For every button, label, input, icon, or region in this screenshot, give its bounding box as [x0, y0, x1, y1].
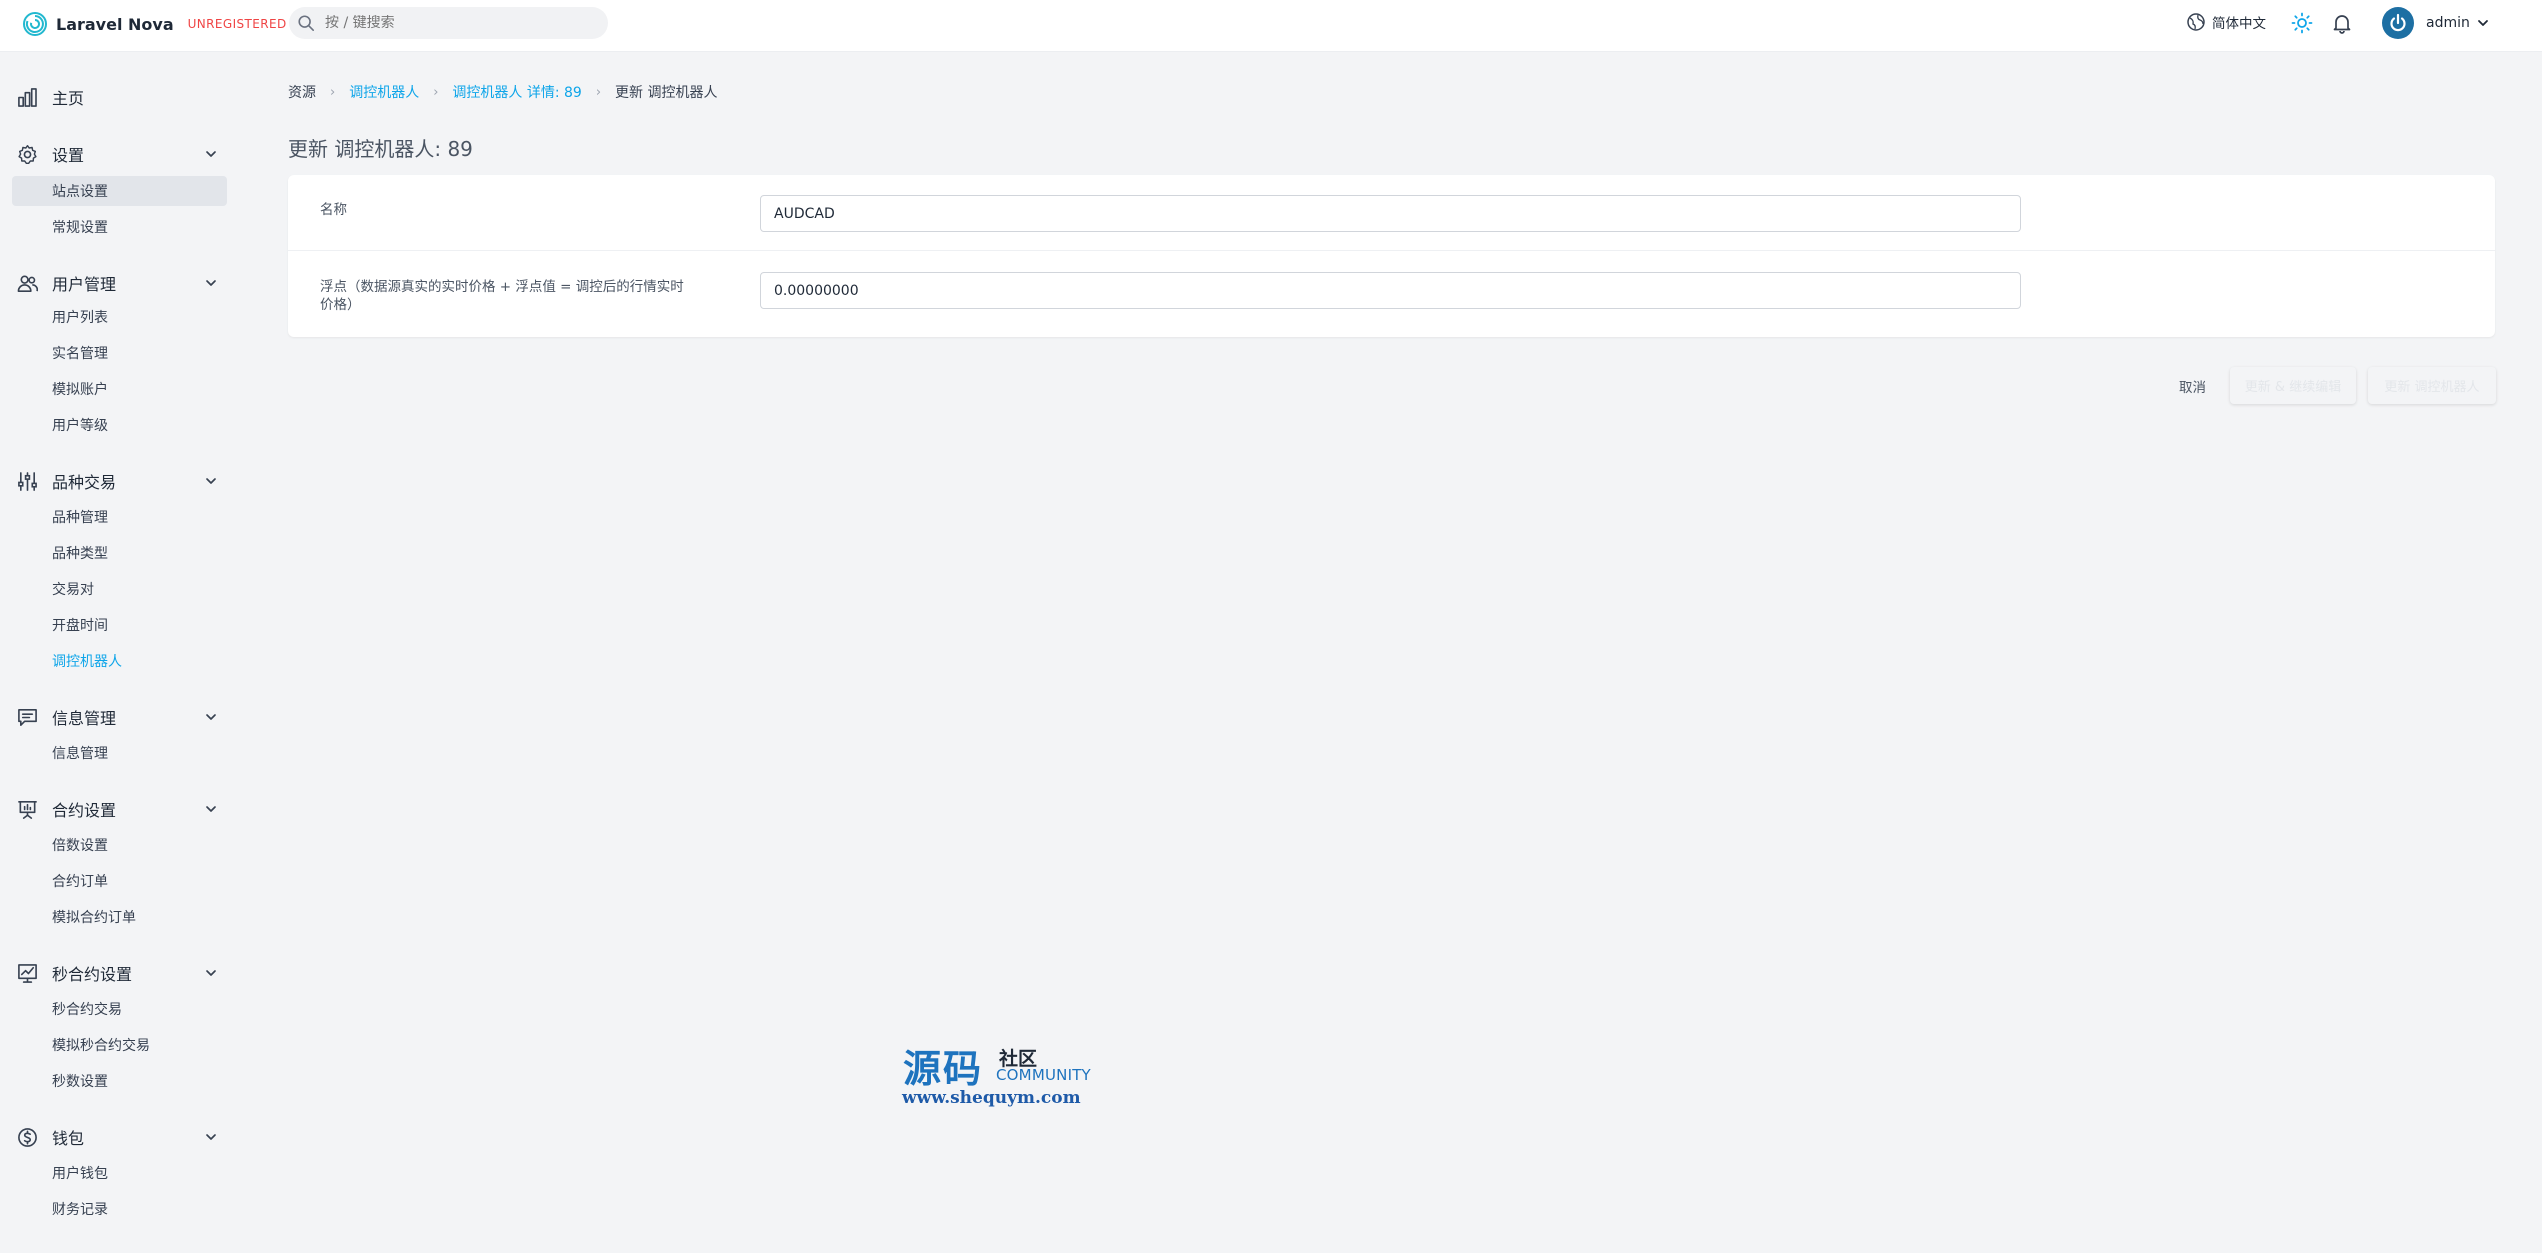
app-name: Laravel Nova	[56, 14, 174, 34]
breadcrumb-separator-icon: ›	[330, 84, 336, 100]
app-logo[interactable]: Laravel Nova UNREGISTERED	[22, 10, 287, 38]
sidebar-group-users[interactable]: 用户管理	[0, 268, 240, 298]
avatar	[2382, 7, 2414, 39]
top-header: Laravel Nova UNREGISTERED 简体中文	[0, 0, 2542, 52]
sidebar-item-opening-hours[interactable]: 开盘时间	[12, 610, 227, 640]
sidebar-item-trading-pairs[interactable]: 交易对	[12, 574, 227, 604]
breadcrumb-resource-link[interactable]: 调控机器人	[349, 82, 419, 102]
theme-toggle-button[interactable]	[2290, 11, 2314, 35]
sidebar-item-user-levels[interactable]: 用户等级	[12, 410, 227, 440]
presentation-chart-icon	[18, 800, 37, 819]
breadcrumb-separator-icon: ›	[433, 84, 439, 100]
watermark-big-text: 源码	[903, 1046, 984, 1091]
float-field-label-line2: 价格）	[320, 297, 361, 313]
sidebar-item-user-list[interactable]: 用户列表	[12, 302, 227, 332]
sidebar-group-trading[interactable]: 品种交易	[0, 466, 240, 496]
row-divider	[288, 250, 2495, 251]
breadcrumb: 资源 › 调控机器人 › 调控机器人 详情: 89 › 更新 调控机器人	[288, 82, 718, 102]
chevron-down-icon	[206, 280, 216, 286]
sidebar-item-financial-records[interactable]: 财务记录	[12, 1194, 227, 1224]
name-field[interactable]	[760, 195, 2021, 232]
sidebar-group-label: 秒合约设置	[52, 965, 133, 984]
sidebar: 主页 设置 站点设置 常规设置 用户管理 用户列表 实名管理 模拟账户 用户等级	[0, 52, 240, 1253]
sidebar-item-verification[interactable]: 实名管理	[12, 338, 227, 368]
update-button[interactable]: 更新 调控机器人	[2368, 367, 2496, 404]
sidebar-item-demo-accounts[interactable]: 模拟账户	[12, 374, 227, 404]
users-icon	[17, 275, 38, 292]
chevron-down-icon	[206, 806, 216, 812]
sidebar-group-label: 用户管理	[52, 275, 117, 294]
watermark-logo: 源码 社区 COMMUNITY www.shequym.com	[900, 1038, 1100, 1110]
sidebar-item-demo-contract-orders[interactable]: 模拟合约订单	[12, 902, 227, 932]
chevron-down-icon	[206, 478, 216, 484]
chevron-down-icon	[206, 151, 216, 157]
sidebar-item-label: 主页	[52, 89, 85, 108]
sidebar-item-seconds-settings[interactable]: 秒数设置	[12, 1066, 227, 1096]
float-field[interactable]	[760, 272, 2021, 309]
update-and-continue-button[interactable]: 更新 & 继续编辑	[2230, 367, 2356, 404]
float-field-label: 浮点（数据源真实的实时价格 + 浮点值 = 调控后的行情实时 价格）	[320, 278, 684, 314]
chevron-down-icon	[206, 714, 216, 720]
trending-chart-icon	[18, 963, 37, 983]
search-icon	[298, 15, 315, 32]
sidebar-group-second-contracts[interactable]: 秒合约设置	[0, 958, 240, 988]
chart-bar-icon	[18, 87, 37, 107]
chat-icon	[18, 708, 37, 726]
sidebar-group-label: 信息管理	[52, 709, 117, 728]
watermark-url: www.shequym.com	[902, 1088, 1081, 1108]
sidebar-item-product-types[interactable]: 品种类型	[12, 538, 227, 568]
cancel-button[interactable]: 取消	[2179, 376, 2206, 396]
page-title: 更新 调控机器人: 89	[288, 137, 473, 161]
sidebar-group-settings[interactable]: 设置	[0, 139, 240, 169]
breadcrumb-detail-link[interactable]: 调控机器人 详情: 89	[452, 82, 581, 102]
language-label: 简体中文	[2212, 16, 2266, 32]
user-menu[interactable]: admin	[2382, 6, 2490, 40]
notifications-button[interactable]	[2330, 11, 2354, 35]
sidebar-group-label: 合约设置	[52, 801, 117, 820]
chevron-down-icon	[206, 970, 216, 976]
adjustments-icon	[18, 471, 37, 491]
sidebar-item-product-management[interactable]: 品种管理	[12, 502, 227, 532]
bell-icon	[2333, 15, 2351, 34]
sun-icon	[2291, 12, 2313, 34]
name-field-label: 名称	[320, 202, 347, 218]
chevron-down-icon	[2477, 20, 2488, 26]
sidebar-group-messages[interactable]: 信息管理	[0, 702, 240, 732]
sidebar-item-home[interactable]: 主页	[0, 82, 240, 112]
sidebar-item-contract-orders[interactable]: 合约订单	[12, 866, 227, 896]
sidebar-group-label: 品种交易	[52, 473, 117, 492]
global-search[interactable]	[289, 7, 608, 39]
sidebar-item-user-wallets[interactable]: 用户钱包	[12, 1158, 227, 1188]
nova-logo-icon	[23, 12, 47, 36]
chevron-down-icon	[206, 1134, 216, 1140]
sidebar-item-multiplier-settings[interactable]: 倍数设置	[12, 830, 227, 860]
breadcrumb-root: 资源	[288, 85, 316, 101]
sidebar-group-label: 钱包	[52, 1129, 85, 1148]
user-name: admin	[2426, 15, 2470, 31]
sidebar-item-site-settings[interactable]: 站点设置	[12, 176, 227, 206]
breadcrumb-current: 更新 调控机器人	[615, 85, 718, 101]
edit-form-card: 名称 浮点（数据源真实的实时价格 + 浮点值 = 调控后的行情实时 价格）	[288, 175, 2495, 337]
unregistered-badge: UNREGISTERED	[187, 17, 287, 31]
float-field-label-line1: 浮点（数据源真实的实时价格 + 浮点值 = 调控后的行情实时	[320, 279, 684, 295]
breadcrumb-separator-icon: ›	[595, 84, 602, 100]
power-icon	[2390, 13, 2406, 32]
sidebar-group-contracts[interactable]: 合约设置	[0, 794, 240, 824]
sidebar-item-demo-second-contract-trades[interactable]: 模拟秒合约交易	[12, 1030, 227, 1060]
sidebar-group-wallet[interactable]: 钱包	[0, 1122, 240, 1152]
sidebar-item-message-management[interactable]: 信息管理	[12, 738, 227, 768]
globe-icon	[2187, 13, 2205, 31]
sidebar-item-control-robot[interactable]: 调控机器人	[12, 646, 227, 676]
sidebar-item-general-settings[interactable]: 常规设置	[12, 212, 227, 242]
currency-icon	[18, 1127, 37, 1147]
sidebar-item-second-contract-trades[interactable]: 秒合约交易	[12, 994, 227, 1024]
watermark-community-text: COMMUNITY	[996, 1066, 1091, 1084]
gear-icon	[18, 144, 37, 164]
search-input[interactable]	[325, 15, 585, 31]
language-switcher[interactable]: 简体中文	[2186, 11, 2266, 33]
sidebar-group-label: 设置	[52, 146, 85, 165]
